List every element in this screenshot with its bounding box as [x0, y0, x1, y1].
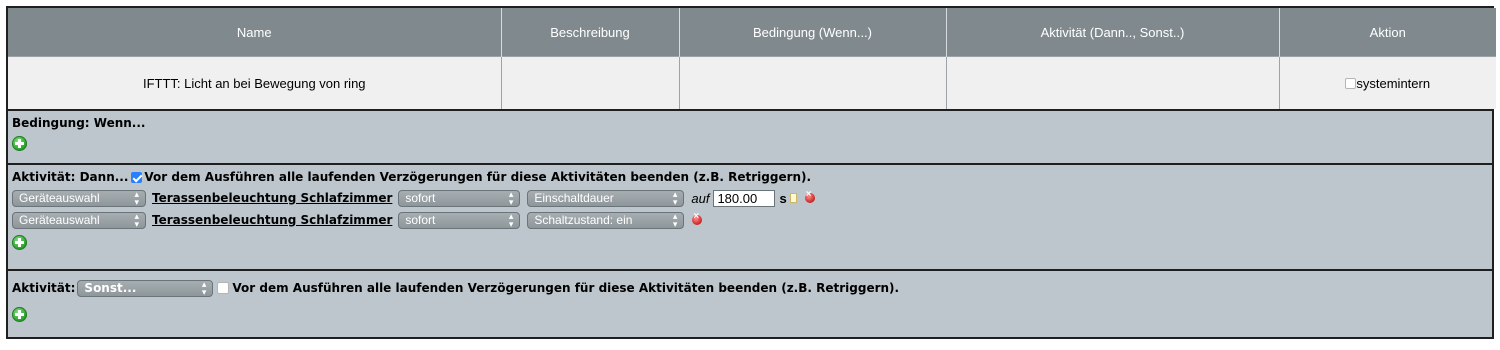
duration-input[interactable]: 180.00: [713, 189, 776, 207]
select-arrows-icon: ▴ ▾: [508, 189, 514, 207]
unit-label: s: [779, 190, 787, 206]
program-table: Name Beschreibung Bedingung (Wenn...) Ak…: [8, 8, 1496, 109]
col-name: Name: [8, 8, 502, 57]
activity-then-label: Aktivität: Dann...: [12, 170, 129, 184]
activity-else-label: Aktivität:: [12, 281, 76, 295]
select-arrows-icon: ▴ ▾: [134, 211, 139, 229]
document-icon[interactable]: [789, 193, 797, 203]
source-select[interactable]: Geräteauswahl ▴ ▾: [12, 189, 146, 207]
device-link[interactable]: Terassenbeleuchtung Schlafzimmer: [152, 191, 392, 205]
timing-select[interactable]: sofort ▴ ▾: [398, 189, 521, 207]
add-condition-icon[interactable]: [12, 136, 27, 151]
col-beschreibung: Beschreibung: [501, 8, 680, 57]
delete-icon[interactable]: [804, 189, 815, 203]
select-arrows-icon: ▴ ▾: [134, 189, 139, 207]
systemintern-label: systemintern: [1356, 75, 1431, 91]
auf-label: auf: [691, 190, 710, 206]
program-description[interactable]: [501, 56, 680, 109]
param-select[interactable]: Einschaltdauer ▴ ▾: [527, 189, 685, 207]
table-row: IFTTT: Licht an bei Bewegung von ring sy…: [8, 56, 1496, 109]
condition-section: Bedingung: Wenn...: [8, 109, 1492, 163]
col-bedingung: Bedingung (Wenn...): [679, 8, 947, 57]
select-arrows-icon: ▴ ▾: [508, 211, 514, 229]
add-else-activity-icon[interactable]: [12, 307, 27, 322]
delete-icon[interactable]: [692, 211, 703, 225]
select-arrows-icon: ▴ ▾: [672, 211, 678, 229]
timing-select[interactable]: sofort ▴ ▾: [398, 211, 521, 229]
col-aktion: Aktion: [1279, 8, 1496, 57]
device-link[interactable]: Terassenbeleuchtung Schlafzimmer: [152, 213, 392, 227]
program-editor: Name Beschreibung Bedingung (Wenn...) Ak…: [6, 6, 1496, 340]
col-aktivitaet: Aktivität (Dann.., Sonst..): [946, 8, 1280, 57]
add-activity-icon[interactable]: [12, 235, 27, 250]
select-arrows-icon: ▴ ▾: [201, 279, 207, 297]
else-stop-delays-text: Vor dem Ausführen alle laufenden Verzöge…: [232, 281, 900, 295]
select-arrows-icon: ▴ ▾: [672, 189, 678, 207]
param-select[interactable]: Schaltzustand: ein ▴ ▾: [527, 211, 685, 229]
program-condition-summary: [679, 56, 947, 109]
else-select[interactable]: Sonst... ▴ ▾: [77, 279, 214, 297]
program-activity-summary: [946, 56, 1280, 109]
then-stop-delays-checkbox[interactable]: [131, 171, 143, 183]
activity-then-section: Aktivität: Dann... Vor dem Ausführen all…: [8, 163, 1492, 269]
activity-else-section: Aktivität: Sonst... ▴ ▾ Vor dem Ausführen …: [8, 269, 1492, 340]
activity-row: Geräteauswahl ▴ ▾ Terassenbeleuchtung Schl…: [12, 187, 1488, 209]
systemintern-checkbox[interactable]: [1345, 77, 1357, 89]
activity-row: Geräteauswahl ▴ ▾ Terassenbeleuchtung Schl…: [12, 209, 1488, 231]
program-name[interactable]: IFTTT: Licht an bei Bewegung von ring: [8, 56, 502, 109]
aktion-cell: systemintern: [1279, 56, 1496, 109]
condition-label: Bedingung: Wenn...: [12, 116, 146, 130]
else-stop-delays-checkbox[interactable]: [217, 282, 230, 294]
then-stop-delays-text: Vor dem Ausführen alle laufenden Verzöge…: [144, 170, 812, 184]
source-select[interactable]: Geräteauswahl ▴ ▾: [12, 211, 146, 229]
